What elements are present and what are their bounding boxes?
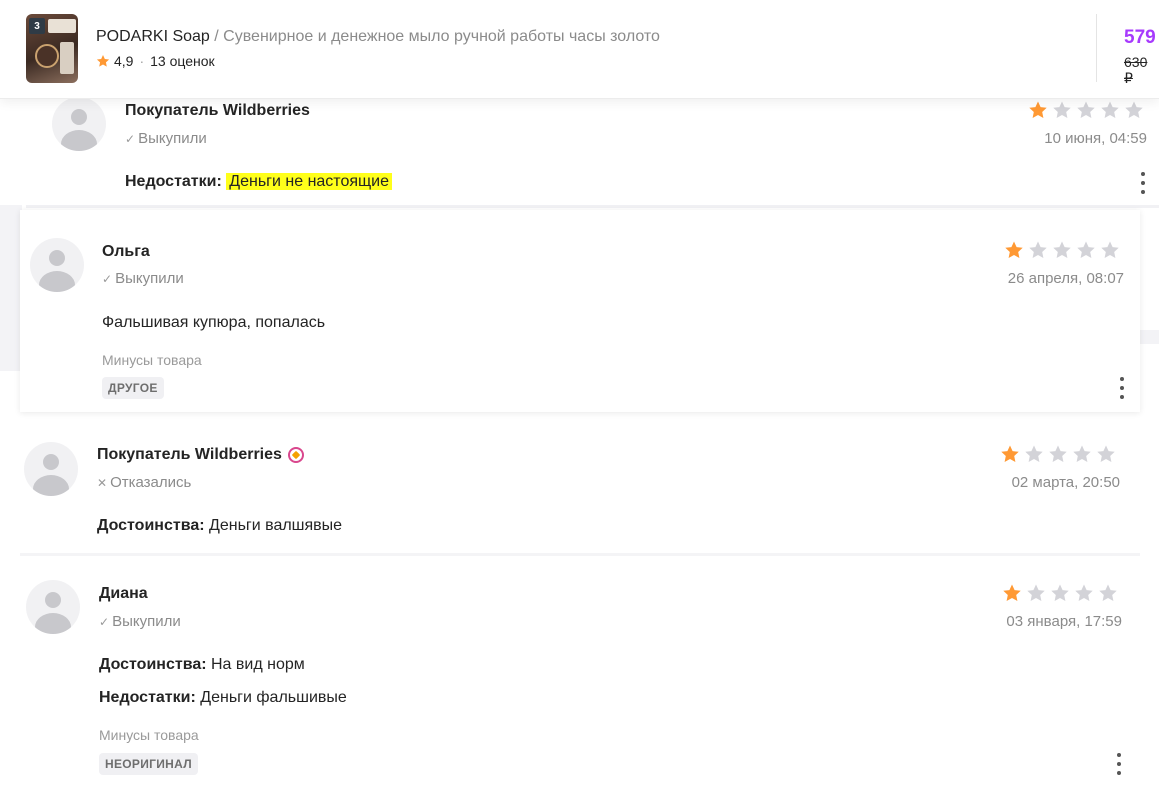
star-empty-icon xyxy=(1099,584,1117,601)
star-empty-icon xyxy=(1101,101,1119,118)
avatar xyxy=(24,442,78,496)
star-empty-icon xyxy=(1029,241,1047,258)
star-empty-icon xyxy=(1125,101,1143,118)
rating-stars xyxy=(1004,240,1120,260)
product-name-separator: / xyxy=(209,28,224,45)
more-options-icon[interactable] xyxy=(1119,377,1125,399)
price-old: 630 ₽ xyxy=(1124,54,1148,86)
review-card: Диана ✓ Выкупили 03 января, 17:59 Достоин… xyxy=(20,560,1140,793)
cross-icon: ✕ xyxy=(97,475,108,490)
review-date: 10 июня, 04:59 xyxy=(1044,130,1147,147)
review-cons-line: Недостатки: Деньги не настоящие xyxy=(125,173,393,191)
star-filled-icon xyxy=(1005,241,1023,258)
vip-badge-icon xyxy=(287,447,304,463)
check-icon: ✓ xyxy=(125,131,136,146)
product-brand[interactable]: PODARKI Soap xyxy=(96,28,210,45)
star-icon xyxy=(96,55,110,67)
star-filled-icon xyxy=(1003,584,1021,601)
cons-text-highlighted: Деньги не настоящие xyxy=(226,173,393,190)
review-pros-line: Достоинства: Деньги валшявые xyxy=(97,517,342,535)
review-card: Ольга ✓ Выкупили 26 апреля, 08:07 Фальшив… xyxy=(20,210,1140,412)
star-empty-icon xyxy=(1097,445,1115,462)
status-text: Выкупили xyxy=(115,270,184,287)
product-thumbnail[interactable]: 3 xyxy=(26,14,78,83)
purchase-status: ✕ Отказались xyxy=(97,474,191,491)
thumbnail-badge: 3 xyxy=(29,18,45,34)
review-author: Покупатель Wildberries xyxy=(125,102,310,120)
pros-label: Достоинства: xyxy=(99,656,207,673)
rating-stars xyxy=(1000,444,1116,464)
star-empty-icon xyxy=(1075,584,1093,601)
review-card: Покупатель Wildberries ✕ Отказались 02 ма… xyxy=(20,418,1140,556)
star-empty-icon xyxy=(1051,584,1069,601)
author-name: Диана xyxy=(99,585,148,602)
rating-stars xyxy=(1002,583,1118,603)
star-filled-icon xyxy=(1001,445,1019,462)
avatar xyxy=(52,97,106,151)
cons-tag[interactable]: НЕОРИГИНАЛ xyxy=(99,753,198,775)
status-text: Выкупили xyxy=(138,130,207,147)
page-background-strip xyxy=(0,205,22,371)
star-empty-icon xyxy=(1077,101,1095,118)
check-icon: ✓ xyxy=(99,614,110,629)
review-date: 26 апреля, 08:07 xyxy=(1007,270,1124,287)
author-name: Покупатель Wildberries xyxy=(97,446,282,463)
author-name: Ольга xyxy=(102,243,150,260)
thumbnail-watch-shape xyxy=(35,44,59,68)
star-empty-icon xyxy=(1101,241,1119,258)
product-header: 3 PODARKI Soap / Сувенирное и денежное м… xyxy=(0,0,1159,99)
review-author: Покупатель Wildberries xyxy=(97,446,304,464)
cons-heading: Минусы товара xyxy=(99,727,199,743)
review-author: Диана xyxy=(99,585,148,603)
cons-label: Недостатки: xyxy=(125,173,222,190)
ratings-count: 13 оценок xyxy=(150,53,215,69)
review-card: Покупатель Wildberries ✓ Выкупили 10 июня… xyxy=(26,80,1159,208)
rating-stars xyxy=(1028,100,1144,120)
star-empty-icon xyxy=(1053,101,1071,118)
page-background-strip-right xyxy=(1138,330,1159,344)
thumbnail-bill-shape xyxy=(60,42,74,74)
review-date: 02 марта, 20:50 xyxy=(1011,474,1120,491)
more-options-icon[interactable] xyxy=(1116,753,1122,775)
pros-text: На вид норм xyxy=(211,656,305,673)
rating-value: 4,9 xyxy=(114,53,134,69)
product-rating[interactable]: 4,9 · 13 оценок xyxy=(96,53,215,69)
cons-text: Деньги фальшивые xyxy=(200,689,347,706)
star-empty-icon xyxy=(1025,445,1043,462)
review-pros-line: Достоинства: На вид норм xyxy=(99,656,305,674)
purchase-status: ✓ Выкупили xyxy=(99,613,181,630)
review-date: 03 января, 17:59 xyxy=(1006,613,1122,630)
review-cons-line: Недостатки: Деньги фальшивые xyxy=(99,689,347,707)
star-empty-icon xyxy=(1077,241,1095,258)
product-title[interactable]: Сувенирное и денежное мыло ручной работы… xyxy=(223,28,660,45)
star-empty-icon xyxy=(1073,445,1091,462)
purchase-status: ✓ Выкупили xyxy=(125,130,207,147)
review-author: Ольга xyxy=(102,243,150,261)
star-filled-icon xyxy=(1029,101,1047,118)
purchase-status: ✓ Выкупили xyxy=(102,270,184,287)
status-text: Выкупили xyxy=(112,613,181,630)
pros-text: Деньги валшявые xyxy=(209,517,343,534)
pros-label: Достоинства: xyxy=(97,517,205,534)
cons-heading: Минусы товара xyxy=(102,352,202,368)
avatar xyxy=(26,580,80,634)
status-text: Отказались xyxy=(110,474,192,491)
star-empty-icon xyxy=(1053,241,1071,258)
check-icon: ✓ xyxy=(102,271,113,286)
author-name: Покупатель Wildberries xyxy=(125,102,310,119)
avatar xyxy=(30,238,84,292)
header-divider xyxy=(1096,14,1097,82)
cons-label: Недостатки: xyxy=(99,689,196,706)
thumbnail-label-plate xyxy=(48,19,76,33)
cons-tag[interactable]: ДРУГОЕ xyxy=(102,377,164,399)
price-current: 579 xyxy=(1124,27,1156,48)
star-empty-icon xyxy=(1027,584,1045,601)
review-text: Фальшивая купюра, попалась xyxy=(102,314,326,331)
star-empty-icon xyxy=(1049,445,1067,462)
product-name[interactable]: PODARKI Soap / Сувенирное и денежное мыл… xyxy=(96,28,660,46)
more-options-icon[interactable] xyxy=(1140,172,1146,194)
rating-dot: · xyxy=(139,53,145,69)
